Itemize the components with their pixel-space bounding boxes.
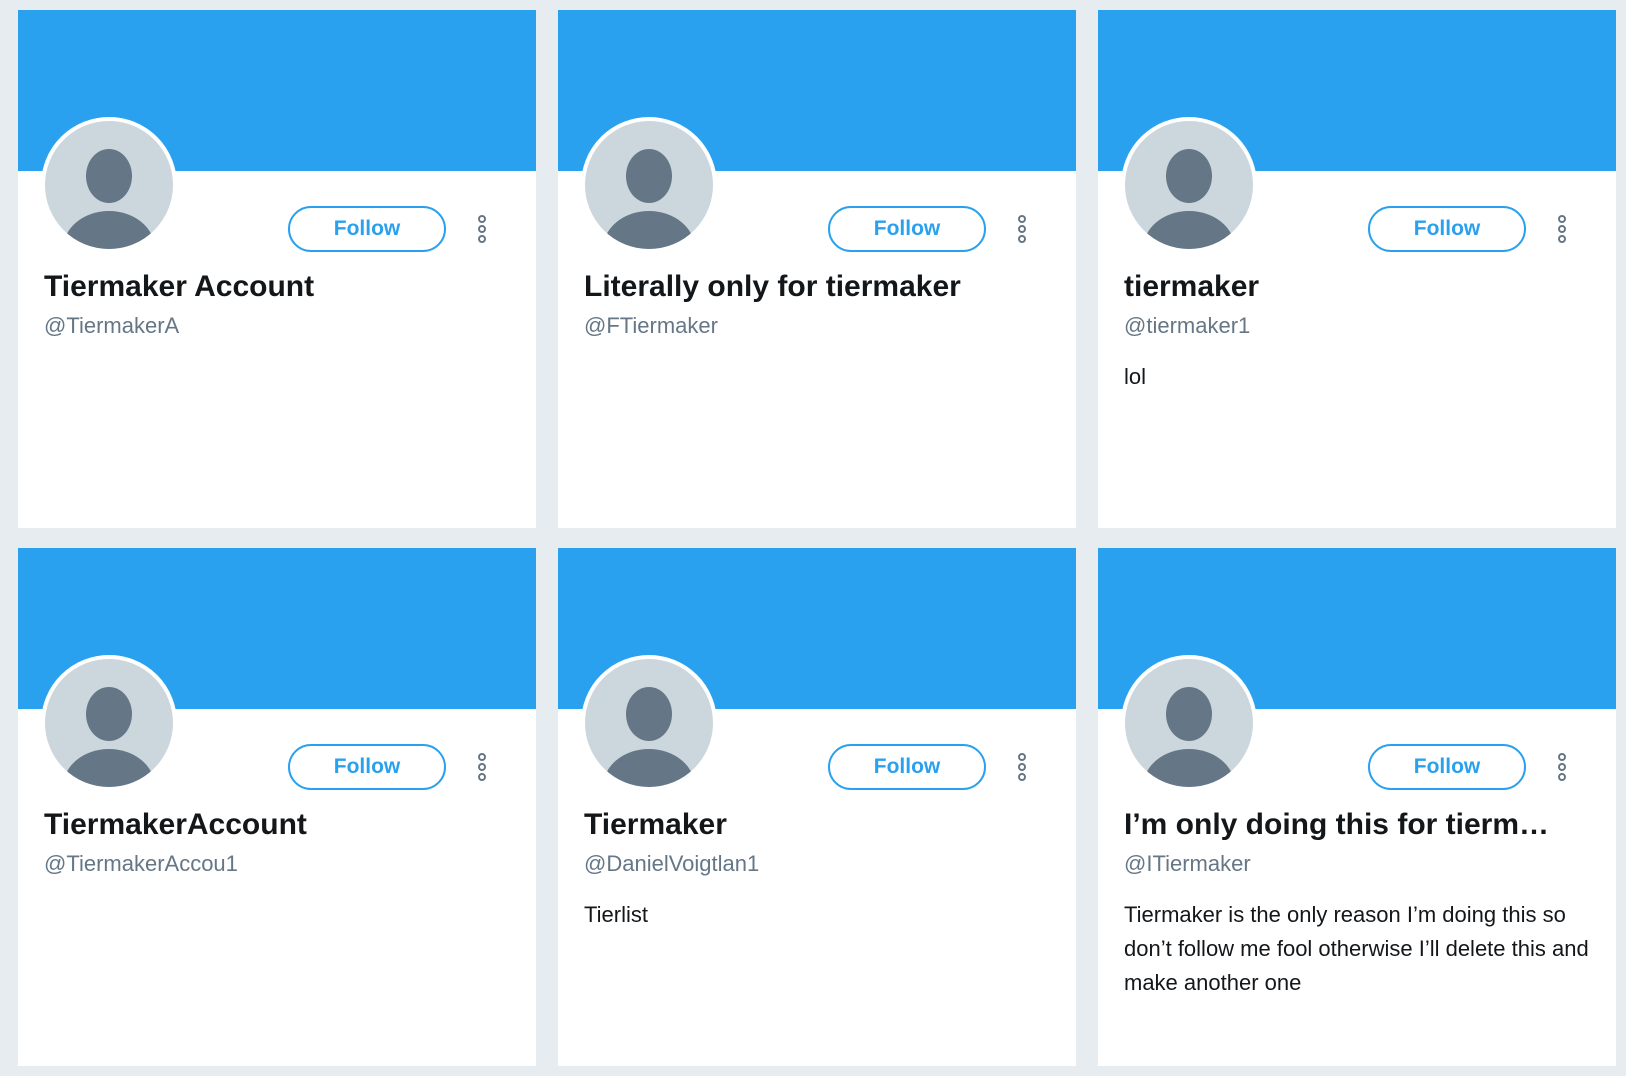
avatar[interactable] xyxy=(581,117,717,253)
user-card[interactable]: Follow I’m only doing this for tierm… @I… xyxy=(1098,548,1616,1066)
username-handle[interactable]: @TiermakerAccou1 xyxy=(44,850,238,878)
user-card[interactable]: Follow Tiermaker @DanielVoigtlan1 Tierli… xyxy=(558,548,1076,1066)
default-profile-icon xyxy=(63,149,155,249)
default-profile-icon xyxy=(63,687,155,787)
avatar[interactable] xyxy=(1121,655,1257,791)
user-card[interactable]: Follow Tiermaker Account @TiermakerA xyxy=(18,10,536,528)
follow-button[interactable]: Follow xyxy=(288,206,446,252)
avatar[interactable] xyxy=(41,655,177,791)
username-handle[interactable]: @FTiermaker xyxy=(584,312,718,340)
user-card[interactable]: Follow tiermaker @tiermaker1 lol xyxy=(1098,10,1616,528)
avatar[interactable] xyxy=(581,655,717,791)
follow-button[interactable]: Follow xyxy=(828,206,986,252)
username-handle[interactable]: @TiermakerA xyxy=(44,312,179,340)
more-options-icon[interactable] xyxy=(1554,751,1570,783)
more-options-icon[interactable] xyxy=(1014,213,1030,245)
profile-bio: Tierlist xyxy=(584,902,648,927)
user-card[interactable]: Follow Literally only for tiermaker @FTi… xyxy=(558,10,1076,528)
username-handle[interactable]: @tiermaker1 xyxy=(1124,312,1250,340)
default-profile-icon xyxy=(603,149,695,249)
default-profile-icon xyxy=(1143,687,1235,787)
follow-button[interactable]: Follow xyxy=(288,744,446,790)
display-name[interactable]: TiermakerAccount xyxy=(44,807,524,843)
more-options-icon[interactable] xyxy=(474,213,490,245)
follow-button[interactable]: Follow xyxy=(828,744,986,790)
display-name[interactable]: Tiermaker xyxy=(584,807,1064,843)
default-profile-icon xyxy=(603,687,695,787)
user-card[interactable]: Follow TiermakerAccount @TiermakerAccou1 xyxy=(18,548,536,1066)
username-handle[interactable]: @DanielVoigtlan1 xyxy=(584,850,759,878)
profile-bio: Tiermaker is the only reason I’m doing t… xyxy=(1124,902,1589,995)
display-name[interactable]: I’m only doing this for tierm… xyxy=(1124,807,1604,843)
display-name[interactable]: tiermaker xyxy=(1124,269,1604,305)
display-name[interactable]: Literally only for tiermaker xyxy=(584,269,1064,305)
more-options-icon[interactable] xyxy=(1014,751,1030,783)
profile-bio: lol xyxy=(1124,364,1147,389)
avatar[interactable] xyxy=(41,117,177,253)
avatar[interactable] xyxy=(1121,117,1257,253)
more-options-icon[interactable] xyxy=(474,751,490,783)
display-name[interactable]: Tiermaker Account xyxy=(44,269,524,305)
follow-button[interactable]: Follow xyxy=(1368,744,1526,790)
username-handle[interactable]: @ITiermaker xyxy=(1124,850,1251,878)
user-card-grid: Follow Tiermaker Account @TiermakerA Fol… xyxy=(0,0,1626,1076)
follow-button[interactable]: Follow xyxy=(1368,206,1526,252)
more-options-icon[interactable] xyxy=(1554,213,1570,245)
default-profile-icon xyxy=(1143,149,1235,249)
